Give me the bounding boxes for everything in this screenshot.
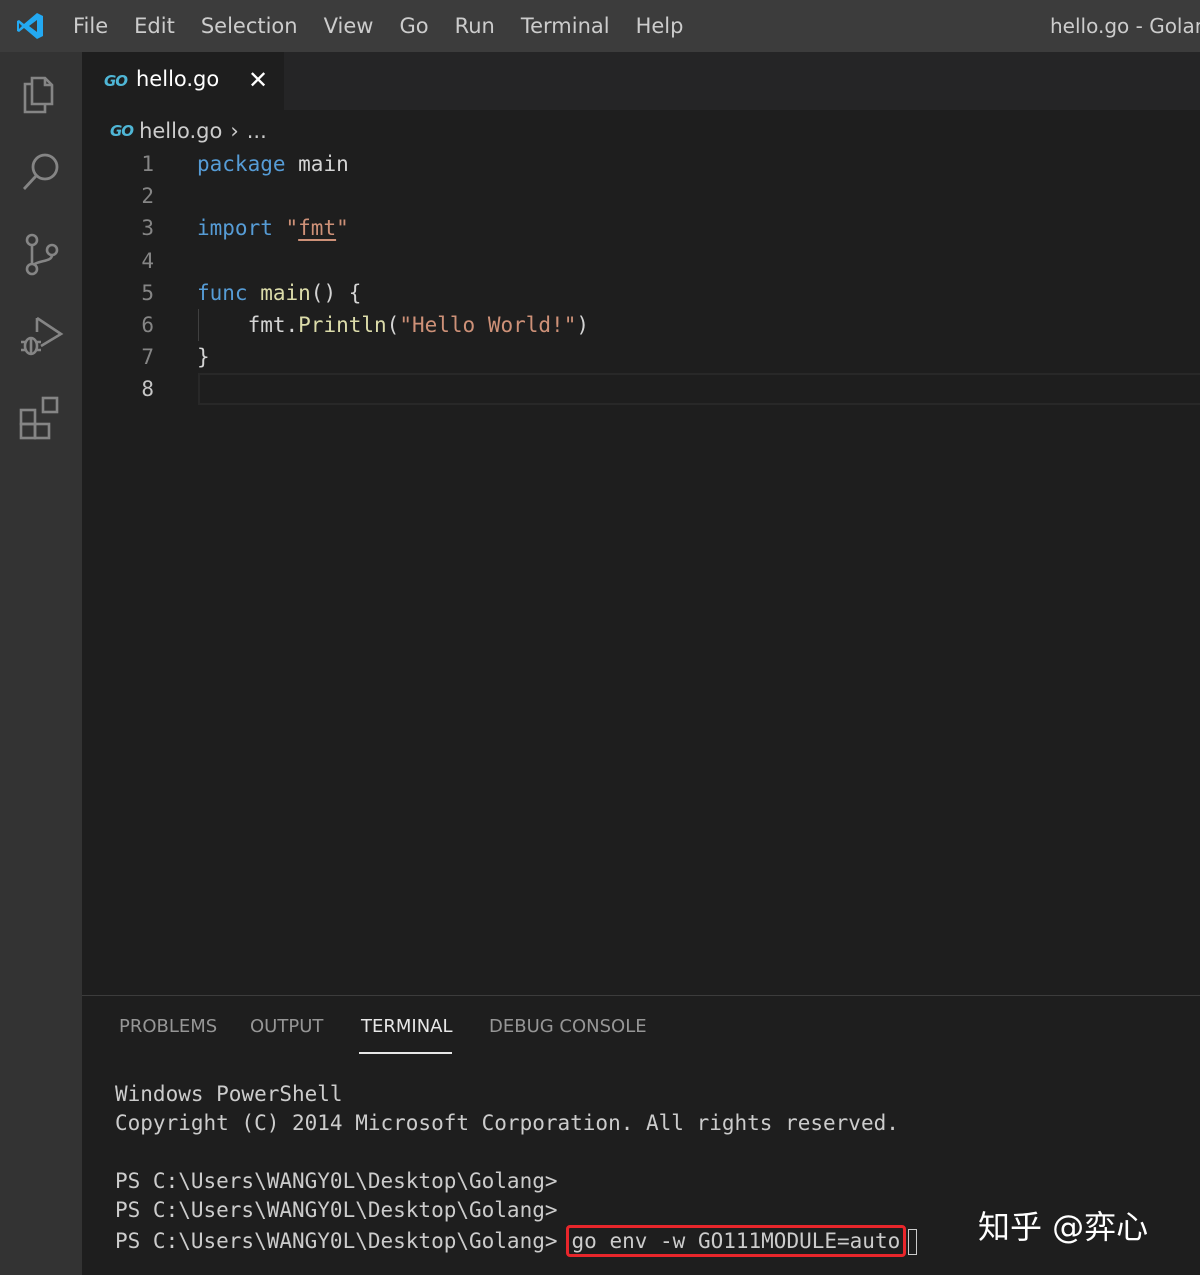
code-token: fmt. <box>197 312 299 337</box>
menu-selection[interactable]: Selection <box>188 0 311 52</box>
string-token: " <box>272 216 299 241</box>
code-line: 8 <box>82 373 1200 405</box>
close-icon[interactable]: ✕ <box>248 66 268 94</box>
source-control-icon[interactable] <box>17 230 65 278</box>
chevron-right-icon: › <box>230 119 239 143</box>
highlighted-command: go env -w GO111MODULE=auto <box>565 1225 907 1257</box>
breadcrumb: GO hello.go › ... <box>110 114 267 148</box>
keyword-token: func <box>197 280 248 305</box>
code-token: () { <box>310 280 362 305</box>
terminal-output[interactable]: Windows PowerShell Copyright (C) 2014 Mi… <box>115 1080 918 1257</box>
line-number: 6 <box>141 312 154 337</box>
tab-debug-console[interactable]: DEBUG CONSOLE <box>489 1016 647 1037</box>
title-bar: File Edit Selection View Go Run Terminal… <box>0 0 1200 52</box>
editor-tabs: GO hello.go ✕ <box>82 52 1200 110</box>
code-line: 4 <box>82 245 1200 277</box>
tab-label: hello.go <box>136 67 220 91</box>
tab-terminal[interactable]: TERMINAL <box>361 1016 453 1037</box>
vscode-logo-icon[interactable] <box>0 0 60 52</box>
run-debug-icon[interactable] <box>17 312 65 360</box>
panel-tabs: PROBLEMS OUTPUT TERMINAL DEBUG CONSOLE <box>82 996 1200 1058</box>
terminal-cursor <box>908 1229 918 1255</box>
menu-file[interactable]: File <box>60 0 121 52</box>
string-token: " <box>336 216 349 241</box>
tab-output[interactable]: OUTPUT <box>250 1016 323 1037</box>
terminal-input-line: PS C:\Users\WANGY0L\Desktop\Golang> go en… <box>115 1225 918 1257</box>
keyword-token: import <box>197 216 273 241</box>
code-line: 1 package main <box>82 148 1200 180</box>
line-number-active: 8 <box>141 377 154 402</box>
string-token: "Hello World!" <box>399 312 577 337</box>
menu-view[interactable]: View <box>311 0 387 52</box>
search-icon[interactable] <box>17 148 65 196</box>
menu-terminal[interactable]: Terminal <box>508 0 623 52</box>
line-number: 7 <box>141 345 154 370</box>
line-number: 1 <box>141 152 154 176</box>
watermark: 知乎 @弈心 <box>978 1208 1149 1246</box>
function-token: Println <box>298 312 387 337</box>
code-line: 2 <box>82 180 1200 212</box>
menu-run[interactable]: Run <box>442 0 508 52</box>
menu-help[interactable]: Help <box>623 0 697 52</box>
breadcrumb-file[interactable]: hello.go <box>139 119 222 143</box>
code-token: ) <box>576 312 589 337</box>
line-number: 3 <box>141 216 154 241</box>
code-token: ( <box>386 312 400 337</box>
code-line: 6 fmt.Println("Hello World!") <box>82 309 1200 341</box>
code-line: 5 func main() { <box>82 277 1200 309</box>
extensions-icon[interactable] <box>17 394 65 442</box>
terminal-line: PS C:\Users\WANGY0L\Desktop\Golang> <box>115 1198 558 1222</box>
line-number: 5 <box>141 280 154 305</box>
function-token: main <box>247 280 311 305</box>
terminal-line: PS C:\Users\WANGY0L\Desktop\Golang> <box>115 1169 558 1193</box>
line-number: 4 <box>141 248 154 273</box>
breadcrumb-symbols[interactable]: ... <box>247 119 267 143</box>
line-number: 2 <box>141 184 154 209</box>
menu-go[interactable]: Go <box>386 0 441 52</box>
go-file-icon: GO <box>110 122 134 140</box>
menu-edit[interactable]: Edit <box>121 0 188 52</box>
terminal-line: Copyright (C) 2014 Microsoft Corporation… <box>115 1111 899 1135</box>
go-file-icon: GO <box>104 72 128 90</box>
tab-hello-go[interactable]: GO hello.go ✕ <box>82 52 284 110</box>
menu-bar: File Edit Selection View Go Run Terminal… <box>60 0 696 52</box>
window-title: hello.go - Golang <box>1050 14 1200 38</box>
keyword-token: package <box>197 152 286 176</box>
code-line: 3 import "fmt" <box>82 212 1200 244</box>
code-line: 7 } <box>82 341 1200 373</box>
terminal-line: Windows PowerShell <box>115 1082 343 1106</box>
active-tab-indicator <box>359 1052 452 1054</box>
tab-problems[interactable]: PROBLEMS <box>119 1016 217 1037</box>
string-token: fmt <box>298 216 337 241</box>
code-token: } <box>197 345 210 370</box>
explorer-icon[interactable] <box>17 68 65 116</box>
activity-bar <box>0 52 82 1275</box>
terminal-prompt: PS C:\Users\WANGY0L\Desktop\Golang> <box>115 1229 558 1253</box>
code-token: main <box>285 152 349 176</box>
code-editor[interactable]: 1 package main 2 3 import "fmt" 4 5 func… <box>82 148 1200 406</box>
